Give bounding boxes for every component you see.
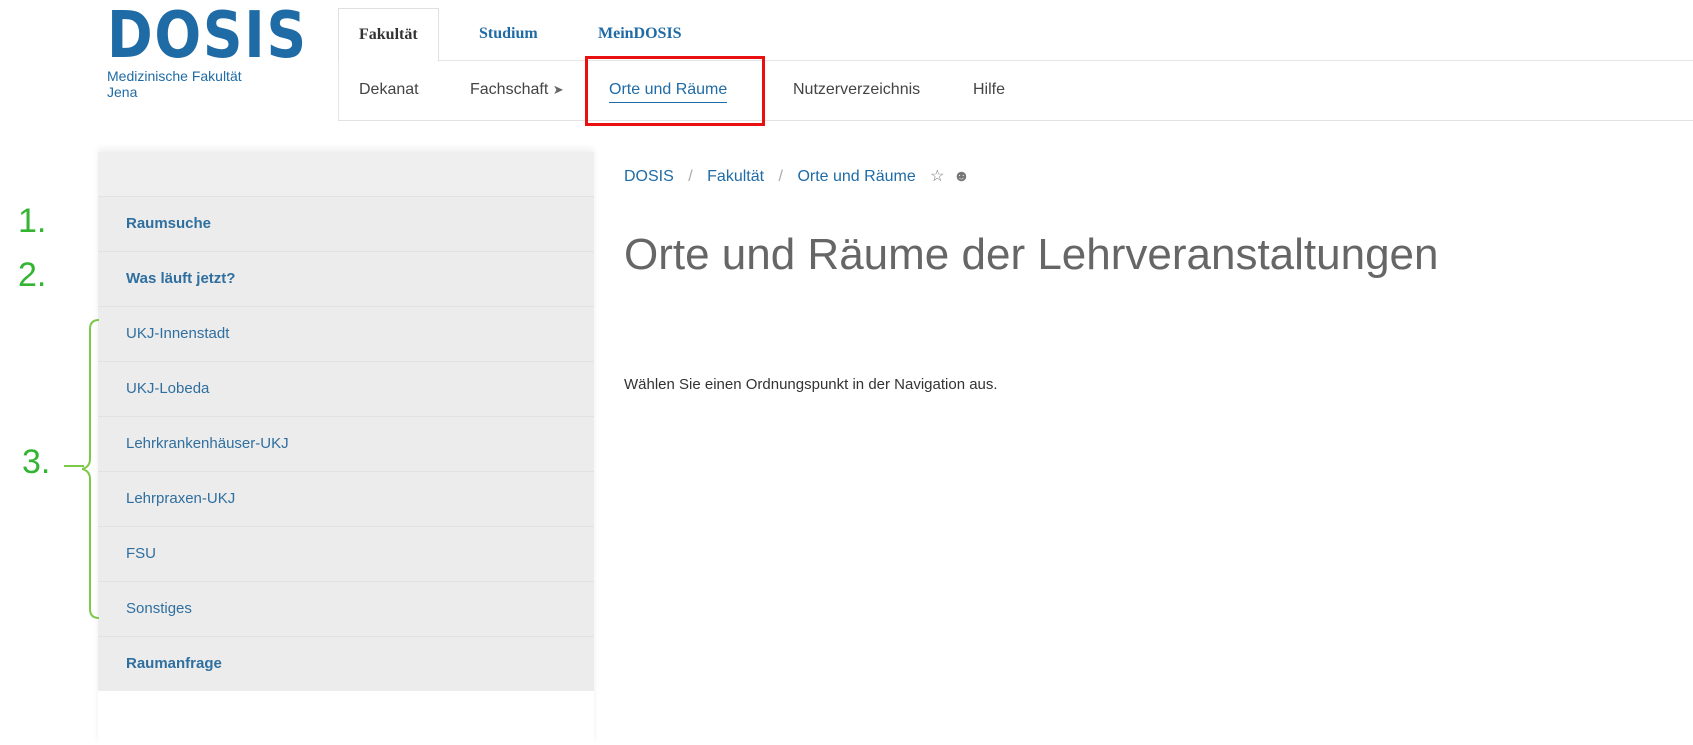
sidebar-item-fsu[interactable]: FSU <box>98 526 594 581</box>
sidebar: Raumsuche Was läuft jetzt? UKJ-Innenstad… <box>98 152 594 745</box>
sidebar-item-sonstiges[interactable]: Sonstiges <box>98 581 594 636</box>
breadcrumb-item-orte-und-raeume[interactable]: Orte und Räume <box>797 168 915 185</box>
sidebar-item-ukj-innenstadt[interactable]: UKJ-Innenstadt <box>98 306 594 361</box>
sidebar-item-raumsuche[interactable]: Raumsuche <box>98 196 594 251</box>
breadcrumb-item-dosis[interactable]: DOSIS <box>624 168 674 185</box>
sidebar-header <box>98 152 594 196</box>
top-navigation: Fakultät Studium MeinDOSIS Dekanat Fachs… <box>338 8 1693 121</box>
dosis-logo[interactable]: DOSIS Medizinische Fakultät Jena <box>107 0 308 100</box>
sidebar-item-lehrkrankenhaeuser[interactable]: Lehrkrankenhäuser-UKJ <box>98 416 594 471</box>
highlight-box <box>585 56 765 126</box>
star-icon[interactable]: ☆ <box>930 168 944 185</box>
breadcrumb-item-fakultaet[interactable]: Fakultät <box>707 168 764 185</box>
annotation-3: 3. <box>22 443 51 481</box>
main-tabs: Fakultät Studium MeinDOSIS <box>338 8 1693 62</box>
tab-studium[interactable]: Studium <box>479 8 538 60</box>
navigation-hint: Wählen Sie einen Ordnungspunkt in der Na… <box>624 376 998 393</box>
breadcrumb: DOSIS / Fakultät / Orte und Räume ☆ ☻ <box>624 166 970 186</box>
subnav-nutzerverzeichnis[interactable]: Nutzerverzeichnis <box>793 61 920 120</box>
annotation-connector <box>64 465 84 467</box>
annotation-bracket <box>82 319 100 619</box>
user-icon[interactable]: ☻ <box>953 168 970 185</box>
sidebar-item-raumanfrage[interactable]: Raumanfrage <box>98 636 594 691</box>
annotation-1: 1. <box>18 202 47 240</box>
breadcrumb-separator: / <box>778 168 783 185</box>
sidebar-item-was-laeuft-jetzt[interactable]: Was läuft jetzt? <box>98 251 594 306</box>
sidebar-item-lehrpraxen[interactable]: Lehrpraxen-UKJ <box>98 471 594 526</box>
subnav-hilfe[interactable]: Hilfe <box>973 61 1005 120</box>
subnav-fachschaft[interactable]: Fachschaft ➤ <box>470 61 564 120</box>
tab-fakultaet[interactable]: Fakultät <box>338 8 439 62</box>
subnav-fachschaft-label: Fachschaft <box>470 81 549 98</box>
logo-word: DOSIS <box>107 0 308 73</box>
sidebar-item-ukj-lobeda[interactable]: UKJ-Lobeda <box>98 361 594 416</box>
subnav-dekanat[interactable]: Dekanat <box>359 61 419 120</box>
external-arrow-icon: ➤ <box>552 82 564 97</box>
logo-subtitle-line2: Jena <box>107 84 138 100</box>
tab-meindosis[interactable]: MeinDOSIS <box>598 8 682 60</box>
page-title: Orte und Räume der Lehrveranstaltungen <box>624 230 1439 279</box>
sub-navigation: Dekanat Fachschaft ➤ Orte und Räume Nutz… <box>338 61 1693 120</box>
breadcrumb-separator: / <box>688 168 693 185</box>
annotation-2: 2. <box>18 256 47 294</box>
